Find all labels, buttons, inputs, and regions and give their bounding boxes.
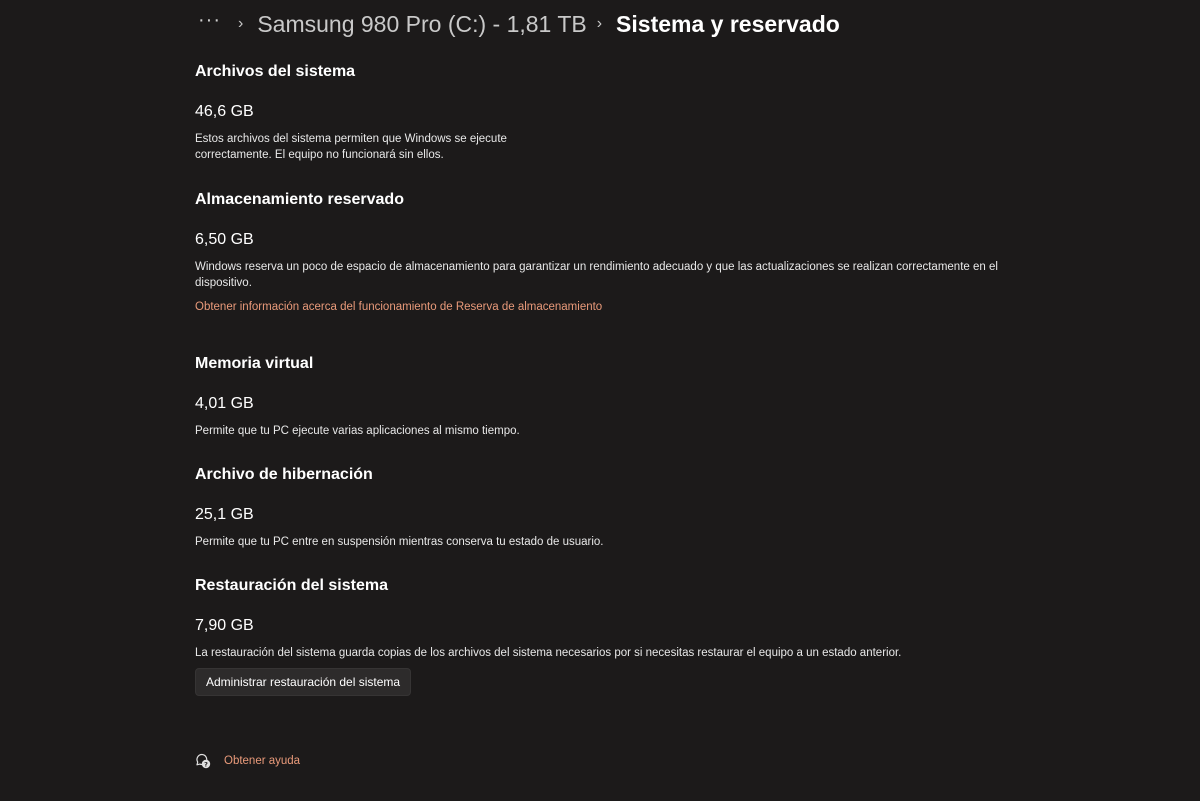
description-line: Permite que tu PC ejecute varias aplicac… [195, 425, 520, 437]
section-title: Restauración del sistema [195, 577, 388, 594]
get-help-link[interactable]: Obtener ayuda [224, 755, 300, 767]
help-chat-icon: ? [196, 753, 211, 768]
section-description: Estos archivos del sistema permiten que … [195, 131, 1075, 163]
breadcrumb-parent-drive[interactable]: Samsung 980 Pro (C:) - 1,81 TB [257, 11, 586, 38]
get-help[interactable]: ? Obtener ayuda [195, 752, 300, 770]
breadcrumb: ··· › Samsung 980 Pro (C:) - 1,81 TB › S… [198, 8, 840, 40]
section-title: Memoria virtual [195, 355, 314, 372]
section-title: Archivos del sistema [195, 63, 356, 80]
section-reserved-storage: Almacenamiento reservado 6,50 GB Windows… [195, 190, 1075, 315]
section-system-restore: Restauración del sistema 7,90 GB La rest… [195, 576, 1075, 696]
section-system-files: Archivos del sistema 46,6 GB Estos archi… [195, 62, 1075, 163]
manage-system-restore-button[interactable]: Administrar restauración del sistema [195, 668, 412, 696]
svg-text:?: ? [204, 760, 208, 768]
section-description: La restauración del sistema guarda copia… [195, 645, 1075, 661]
chevron-right-icon: › [596, 15, 603, 32]
section-size: 25,1 GB [195, 506, 254, 523]
chevron-right-icon: › [238, 15, 244, 32]
section-size: 4,01 GB [195, 395, 254, 412]
section-title: Almacenamiento reservado [195, 191, 404, 208]
description-line: Estos archivos del sistema permiten que … [195, 133, 507, 145]
description-line: Permite que tu PC entre en suspensión mi… [195, 536, 604, 548]
section-size: 46,6 GB [195, 103, 254, 120]
description-line: Windows reserva un poco de espacio de al… [195, 261, 998, 273]
description-line: dispositivo. [195, 277, 252, 289]
section-size: 6,50 GB [195, 231, 254, 248]
page-title: Sistema y reservado [616, 10, 840, 37]
section-description: Permite que tu PC entre en suspensión mi… [195, 534, 1075, 550]
section-description: Permite que tu PC ejecute varias aplicac… [195, 423, 1075, 439]
section-description: Windows reserva un poco de espacio de al… [195, 259, 1075, 291]
description-line: correctamente. El equipo no funcionará s… [195, 149, 444, 161]
reserved-storage-info-link[interactable]: Obtener información acerca del funcionam… [195, 299, 602, 315]
section-virtual-memory: Memoria virtual 4,01 GB Permite que tu P… [195, 354, 1075, 439]
section-hibernation-file: Archivo de hibernación 25,1 GB Permite q… [195, 465, 1075, 550]
section-title: Archivo de hibernación [195, 466, 373, 483]
description-line: La restauración del sistema guarda copia… [195, 647, 902, 659]
more-options-icon[interactable]: ··· [198, 10, 228, 30]
section-size: 7,90 GB [195, 617, 254, 634]
